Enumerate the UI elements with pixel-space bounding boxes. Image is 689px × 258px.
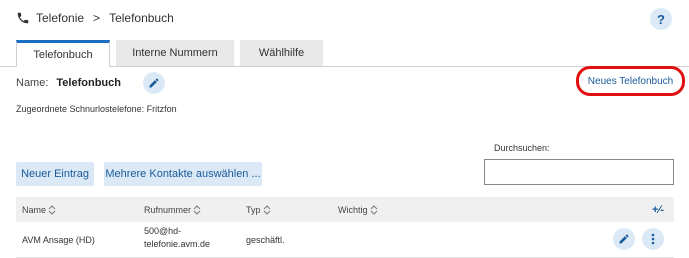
more-options-button[interactable] bbox=[642, 228, 664, 250]
phonebook-name: Telefonbuch bbox=[56, 77, 121, 89]
pencil-icon bbox=[619, 234, 629, 244]
tab-waehlhilfe[interactable]: Wählhilfe bbox=[240, 40, 323, 66]
search-input[interactable] bbox=[484, 159, 674, 185]
cell-number-line2: telefonie.avm.de bbox=[144, 239, 211, 249]
kebab-menu-icon bbox=[651, 233, 655, 245]
column-header-name[interactable]: Name bbox=[22, 205, 56, 215]
name-label: Name: bbox=[16, 77, 49, 89]
select-multiple-button[interactable]: Mehrere Kontakte auswählen ... bbox=[104, 162, 262, 186]
breadcrumb: Telefonie > Telefonbuch bbox=[16, 11, 174, 25]
new-entry-button[interactable]: Neuer Eintrag bbox=[16, 162, 94, 186]
phonebook-name-row: Name: Telefonbuch bbox=[16, 72, 165, 94]
sort-icon bbox=[263, 204, 270, 215]
column-header-number[interactable]: Rufnummer bbox=[144, 205, 201, 215]
sort-icon bbox=[193, 204, 201, 215]
assigned-handsets: Zugeordnete Schnurlostelefone: Fritzfon bbox=[16, 104, 177, 114]
help-button[interactable]: ? bbox=[650, 8, 672, 30]
help-icon: ? bbox=[657, 11, 665, 27]
new-phonebook-link[interactable]: Neues Telefonbuch bbox=[576, 66, 685, 96]
column-header-important[interactable]: Wichtig bbox=[338, 205, 378, 215]
cell-type: geschäftl. bbox=[246, 235, 285, 245]
expand-columns-button[interactable]: +⁄- bbox=[649, 201, 667, 219]
breadcrumb-separator: > bbox=[93, 11, 101, 25]
tab-interne-nummern[interactable]: Interne Nummern bbox=[116, 40, 234, 66]
sort-icon bbox=[48, 204, 56, 215]
phone-icon bbox=[16, 11, 30, 25]
tab-telefonbuch[interactable]: Telefonbuch bbox=[16, 40, 110, 67]
table-header: Name Rufnummer Typ Wichtig +⁄- bbox=[16, 197, 674, 222]
pencil-icon bbox=[149, 78, 159, 88]
breadcrumb-current: Telefonbuch bbox=[109, 11, 174, 25]
sort-icon bbox=[370, 204, 377, 215]
cell-name: AVM Ansage (HD) bbox=[22, 235, 95, 245]
table-row[interactable]: AVM Ansage (HD) 500@hd- telefonie.avm.de… bbox=[16, 222, 674, 258]
search-label: Durchsuchen: bbox=[494, 143, 550, 153]
edit-entry-button[interactable] bbox=[613, 228, 635, 250]
plus-minus-icon: +⁄- bbox=[652, 204, 664, 216]
cell-number: 500@hd- telefonie.avm.de bbox=[144, 225, 210, 251]
edit-name-button[interactable] bbox=[142, 72, 165, 94]
cell-number-line1: 500@hd- bbox=[144, 226, 182, 236]
tab-bar: Telefonbuch Interne Nummern Wählhilfe bbox=[16, 40, 323, 67]
breadcrumb-root[interactable]: Telefonie bbox=[36, 11, 84, 25]
column-header-type[interactable]: Typ bbox=[246, 205, 271, 215]
